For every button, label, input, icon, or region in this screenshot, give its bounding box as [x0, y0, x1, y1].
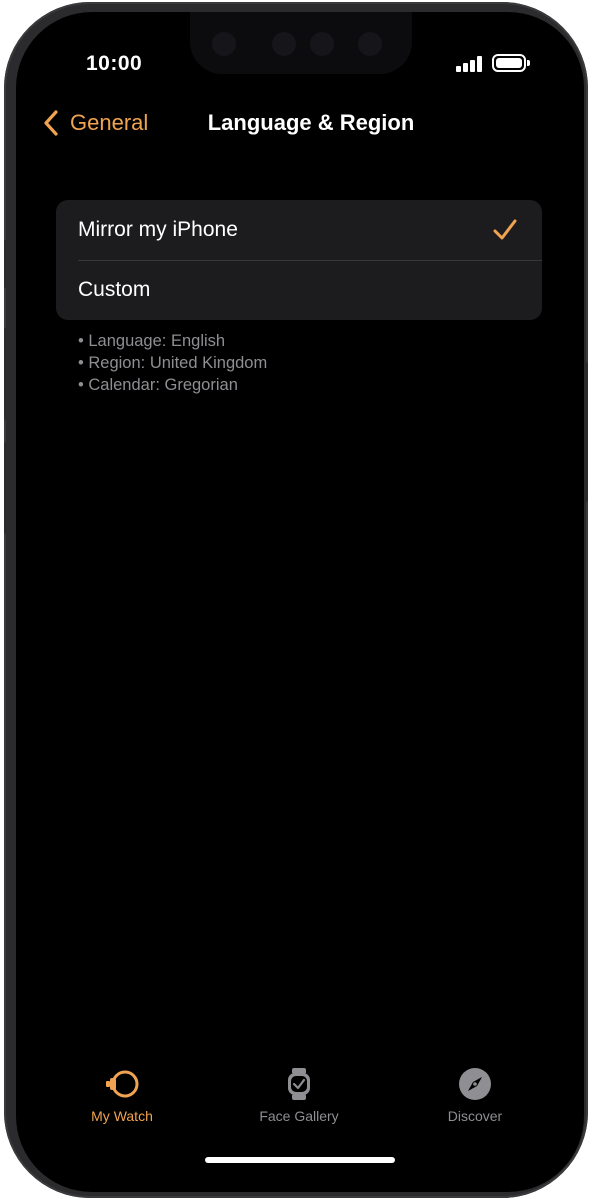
tab-label: My Watch	[91, 1108, 153, 1124]
option-custom[interactable]: Custom	[56, 260, 542, 320]
summary-language: Language: English	[78, 330, 267, 352]
summary-calendar: Calendar: Gregorian	[78, 374, 267, 396]
watch-side-icon	[106, 1070, 139, 1098]
options-group: Mirror my iPhone Custom	[56, 200, 542, 320]
volume-down-button	[4, 442, 10, 534]
battery-icon	[492, 54, 530, 72]
cellular-signal-icon	[456, 56, 486, 72]
action-button	[4, 240, 10, 288]
tab-label: Discover	[447, 1108, 503, 1124]
camera-lens	[212, 32, 236, 56]
tab-discover[interactable]: Discover	[405, 1066, 545, 1124]
dynamic-island	[190, 12, 412, 74]
option-label: Mirror my iPhone	[78, 218, 238, 241]
tab-label: Face Gallery	[259, 1108, 339, 1124]
tab-my-watch[interactable]: My Watch	[52, 1066, 192, 1124]
status-time: 10:00	[86, 52, 143, 75]
tab-face-gallery[interactable]: Face Gallery	[229, 1066, 369, 1124]
sensor-dot	[358, 32, 382, 56]
page-title: Language & Region	[207, 110, 415, 135]
volume-up-button	[4, 328, 10, 420]
sensor-dot	[310, 32, 334, 56]
battery-fill	[496, 58, 522, 68]
compass-icon	[459, 1068, 491, 1100]
sensor-dot	[272, 32, 296, 56]
watch-face-icon	[288, 1068, 310, 1100]
summary-region: Region: United Kingdom	[78, 352, 267, 374]
option-mirror-iphone[interactable]: Mirror my iPhone	[56, 200, 542, 260]
checkmark-icon	[493, 219, 517, 240]
tab-bar: My Watch Face Gallery Discover	[16, 1066, 584, 1136]
option-label: Custom	[78, 278, 151, 301]
home-indicator[interactable]	[205, 1157, 395, 1163]
phone-frame: 10:00 General Language & Region Mirror m…	[4, 2, 588, 1198]
screen: 10:00 General Language & Region Mirror m…	[16, 12, 584, 1192]
settings-summary: Language: English Region: United Kingdom…	[78, 330, 267, 396]
